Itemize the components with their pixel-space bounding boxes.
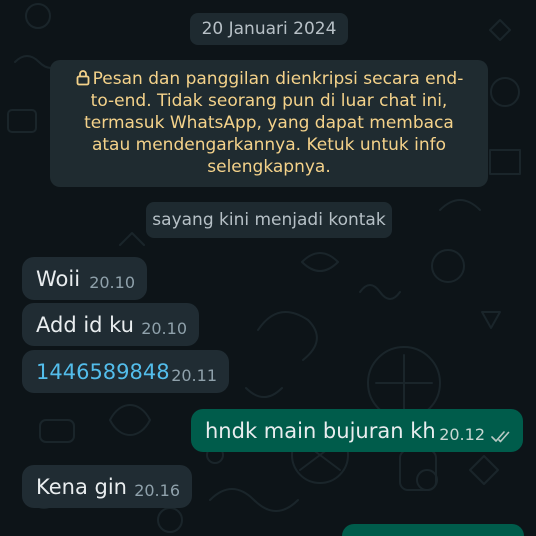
encryption-notice-text: Pesan dan panggilan dienkripsi secara en…	[84, 69, 464, 177]
message-time: 20.16	[134, 481, 180, 500]
chat-background: 20 Januari 2024 Pesan dan panggilan dien…	[0, 0, 536, 536]
contact-added-notice: sayang kini menjadi kontak	[146, 202, 392, 238]
message-text: Add id ku	[36, 312, 134, 337]
message-bubble-incoming[interactable]: Woii 20.10	[22, 257, 147, 300]
message-time: 20.10	[89, 273, 135, 292]
message-link-text[interactable]: 1446589848	[36, 360, 170, 384]
message-time: 20.10	[141, 319, 187, 338]
message-time: 20.11	[171, 366, 217, 385]
message-bubble-outgoing[interactable]: hndk main bujuran kh 20.12	[191, 409, 523, 452]
message-text: Woii	[36, 266, 81, 291]
double-check-icon	[491, 431, 510, 443]
date-separator: 20 Januari 2024	[190, 13, 348, 45]
message-bubble-incoming[interactable]: Kena gin 20.16	[22, 465, 192, 508]
message-bubble-outgoing-partial[interactable]	[342, 524, 524, 536]
message-time: 20.12	[439, 425, 485, 444]
encryption-notice[interactable]: Pesan dan panggilan dienkripsi secara en…	[50, 60, 488, 187]
message-text: hndk main bujuran kh	[205, 418, 436, 443]
message-bubble-incoming[interactable]: 1446589848 20.11	[22, 350, 229, 393]
message-text: Kena gin	[36, 474, 127, 499]
lock-icon	[76, 70, 90, 86]
message-bubble-incoming[interactable]: Add id ku 20.10	[22, 303, 199, 346]
